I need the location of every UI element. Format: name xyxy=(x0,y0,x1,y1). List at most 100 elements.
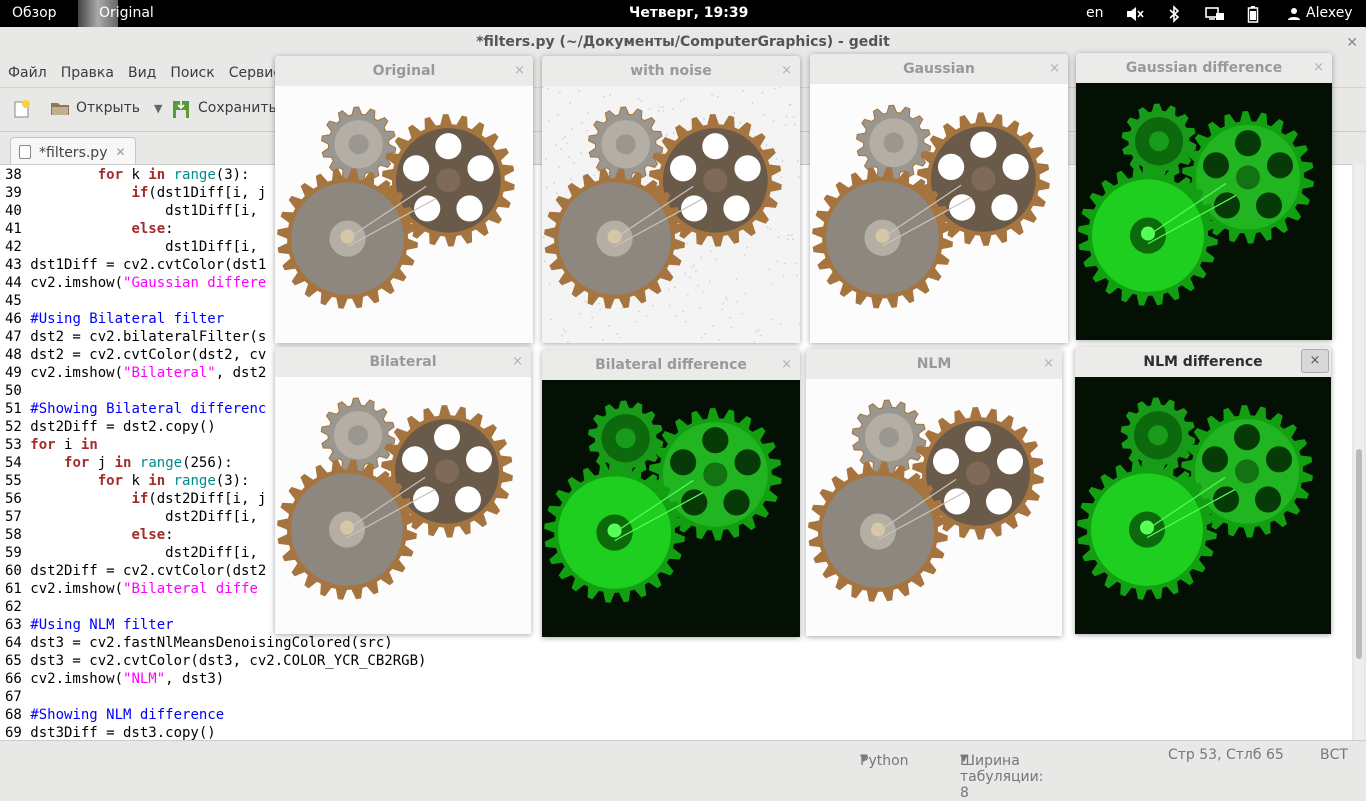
code-line[interactable]: 53 for i in xyxy=(5,436,98,454)
code-line[interactable]: 66 cv2.imshow("NLM", dst3) xyxy=(5,670,224,688)
line-text: dst2 = cv2.bilateralFilter(s xyxy=(21,329,267,345)
clock[interactable]: Четверг, 19:39 xyxy=(629,5,748,22)
code-line[interactable]: 64 dst3 = cv2.fastNlMeansDenoisingColore… xyxy=(5,634,393,652)
code-line[interactable]: 63 #Using NLM filter xyxy=(5,616,174,634)
gears-image xyxy=(1075,377,1331,634)
code-line[interactable]: 60 dst2Diff = cv2.cvtColor(dst2 xyxy=(5,562,266,580)
code-line[interactable]: 49 cv2.imshow("Bilateral", dst2 xyxy=(5,364,266,382)
code-line[interactable]: 43 dst1Diff = cv2.cvtColor(dst1 xyxy=(5,256,266,274)
line-number: 60 xyxy=(5,563,22,579)
scrollbar-thumb[interactable] xyxy=(1356,449,1362,659)
close-icon[interactable]: × xyxy=(1313,60,1324,75)
line-number: 44 xyxy=(5,275,22,291)
open-label: Открыть xyxy=(76,100,140,116)
image-window[interactable]: Gaussian difference × xyxy=(1076,53,1332,340)
image-window[interactable]: NLM × xyxy=(806,349,1062,636)
code-line[interactable]: 57 dst2Diff[i, xyxy=(5,508,258,526)
code-line[interactable]: 40 dst1Diff[i, xyxy=(5,202,258,220)
line-number: 42 xyxy=(5,239,22,255)
save-icon xyxy=(172,99,192,118)
menu-file[interactable]: Файл xyxy=(8,65,47,81)
chevron-down-icon: ▼ xyxy=(860,753,868,764)
code-line[interactable]: 41 else: xyxy=(5,220,174,238)
close-icon[interactable]: × xyxy=(514,63,525,78)
user-icon[interactable] xyxy=(1286,0,1302,27)
keyboard-layout[interactable]: en xyxy=(1086,5,1104,22)
close-icon[interactable]: ✕ xyxy=(1346,35,1358,51)
line-number: 65 xyxy=(5,653,22,669)
image-window-title: NLM xyxy=(916,356,952,372)
menu-edit[interactable]: Правка xyxy=(61,65,114,81)
gears-image xyxy=(275,86,533,343)
code-line[interactable]: 67 xyxy=(5,688,30,706)
scrollbar[interactable] xyxy=(1354,164,1364,740)
code-line[interactable]: 69 dst3Diff = dst3.copy() xyxy=(5,724,216,740)
document-icon xyxy=(19,145,31,159)
image-window[interactable]: Bilateral difference × xyxy=(542,350,800,637)
code-line[interactable]: 51 #Showing Bilateral differenc xyxy=(5,400,266,418)
close-icon[interactable]: × xyxy=(781,357,792,372)
open-button[interactable]: Открыть ▼ xyxy=(50,99,162,117)
line-number: 49 xyxy=(5,365,22,381)
battery-icon[interactable] xyxy=(1245,0,1261,27)
code-line[interactable]: 54 for j in range(256): xyxy=(5,454,233,472)
close-icon[interactable]: × xyxy=(1301,349,1329,373)
chevron-down-icon: ▼ xyxy=(960,753,968,764)
gears-image xyxy=(275,377,531,634)
code-line[interactable]: 47 dst2 = cv2.bilateralFilter(s xyxy=(5,328,266,346)
save-button[interactable]: Сохранить xyxy=(172,99,277,118)
bluetooth-icon[interactable] xyxy=(1167,0,1181,27)
line-text: cv2.imshow("Bilateral", dst2 xyxy=(21,365,267,381)
app-menu[interactable]: Original xyxy=(99,5,154,22)
code-line[interactable]: 58 else: xyxy=(5,526,174,544)
close-icon[interactable]: × xyxy=(512,354,523,369)
code-line[interactable]: 50 xyxy=(5,382,30,400)
code-line[interactable]: 45 xyxy=(5,292,30,310)
code-line[interactable]: 59 dst2Diff[i, xyxy=(5,544,258,562)
code-line[interactable]: 42 dst1Diff[i, xyxy=(5,238,258,256)
image-window[interactable]: Original × xyxy=(275,56,533,343)
line-number: 56 xyxy=(5,491,22,507)
image-window[interactable]: Bilateral × xyxy=(275,347,531,634)
code-line[interactable]: 48 dst2 = cv2.cvtColor(dst2, cv xyxy=(5,346,266,364)
image-window[interactable]: Gaussian × xyxy=(810,54,1068,343)
chevron-down-icon[interactable]: ▼ xyxy=(154,102,162,115)
save-label: Сохранить xyxy=(198,100,277,116)
line-text: dst2Diff = dst2.copy() xyxy=(21,419,216,435)
line-number: 57 xyxy=(5,509,22,525)
code-line[interactable]: 65 dst3 = cv2.cvtColor(dst3, cv2.COLOR_Y… xyxy=(5,652,426,670)
menu-tools[interactable]: Сервис xyxy=(229,65,281,81)
line-text: else: xyxy=(131,221,174,237)
tab-close-icon[interactable]: ✕ xyxy=(115,145,125,159)
code-line[interactable]: 61 cv2.imshow("Bilateral diffe xyxy=(5,580,258,598)
code-line[interactable]: 56 if(dst2Diff[i, j xyxy=(5,490,266,508)
line-number: 67 xyxy=(5,689,22,705)
menu-bar: Файл Правка Вид Поиск Сервис xyxy=(8,65,295,81)
line-text: dst3 = cv2.fastNlMeansDenoisingColored(s… xyxy=(21,635,393,651)
tab-filters[interactable]: *filters.py ✕ xyxy=(10,137,136,166)
code-line[interactable]: 46 #Using Bilateral filter xyxy=(5,310,224,328)
user-menu[interactable]: Alexey xyxy=(1306,5,1353,22)
close-icon[interactable]: × xyxy=(1049,61,1060,76)
new-button[interactable] xyxy=(12,99,38,118)
activities-button[interactable]: Обзор xyxy=(12,5,57,22)
code-line[interactable]: 52 dst2Diff = dst2.copy() xyxy=(5,418,216,436)
close-icon[interactable]: × xyxy=(1043,356,1054,371)
code-line[interactable]: 44 cv2.imshow("Gaussian differe xyxy=(5,274,266,292)
menu-search[interactable]: Поиск xyxy=(170,65,214,81)
volume-icon[interactable] xyxy=(1124,0,1146,27)
code-line[interactable]: 39 if(dst1Diff[i, j xyxy=(5,184,266,202)
network-icon[interactable] xyxy=(1205,0,1225,27)
code-line[interactable]: 38 for k in range(3): xyxy=(5,166,249,184)
close-icon[interactable]: × xyxy=(781,63,792,78)
code-line[interactable]: 68 #Showing NLM difference xyxy=(5,706,224,724)
image-window[interactable]: NLM difference × xyxy=(1075,347,1331,634)
line-number: 47 xyxy=(5,329,22,345)
line-number: 39 xyxy=(5,185,22,201)
line-text xyxy=(22,599,30,615)
code-line[interactable]: 62 xyxy=(5,598,30,616)
code-line[interactable]: 55 for k in range(3): xyxy=(5,472,249,490)
menu-view[interactable]: Вид xyxy=(128,65,156,81)
line-text: dst1Diff = cv2.cvtColor(dst1 xyxy=(21,257,267,273)
image-window[interactable]: with noise × xyxy=(542,56,800,343)
